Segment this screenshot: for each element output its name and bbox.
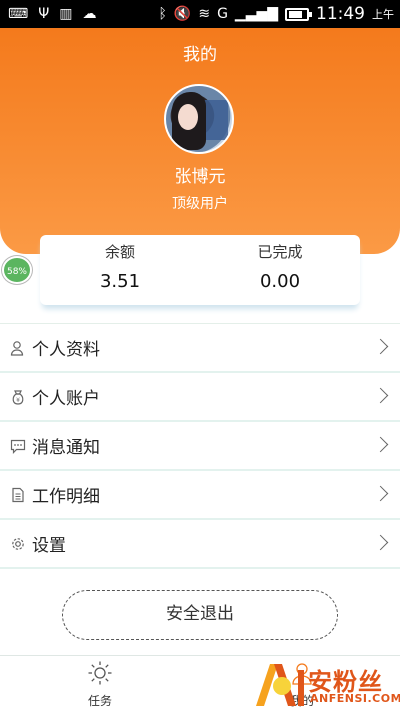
- usb-icon: Ψ: [38, 6, 50, 22]
- document-icon: [10, 487, 26, 503]
- sun-icon: [87, 661, 113, 690]
- completed-value: 0.00: [259, 271, 301, 292]
- chevron-right-icon: [372, 338, 389, 355]
- menu-item-label: 工作明细: [32, 487, 100, 507]
- bluetooth-icon: ᛒ: [158, 6, 167, 22]
- watermark: 安粉丝 ANFENSI.COM: [252, 660, 400, 708]
- settings-menu: 个人资料 ¥ 个人账户 消息通知 工作明细 设置: [0, 323, 400, 569]
- watermark-logo-icon: [256, 664, 304, 706]
- barcode-icon: ▥: [59, 6, 73, 22]
- money-bag-icon: ¥: [10, 389, 26, 405]
- svg-text:¥: ¥: [16, 397, 20, 404]
- completed-label: 已完成: [257, 243, 303, 261]
- profile-icon: [10, 340, 26, 356]
- menu-item-label: 个人资料: [32, 340, 100, 360]
- balance-stat[interactable]: 余额 3.51: [40, 241, 200, 292]
- username: 张博元: [174, 167, 226, 187]
- balance-value: 3.51: [99, 271, 141, 292]
- chevron-right-icon: [372, 436, 389, 453]
- menu-item-account[interactable]: ¥ 个人账户: [0, 373, 400, 422]
- chat-icon: [10, 438, 26, 454]
- menu-item-profile[interactable]: 个人资料: [0, 324, 400, 373]
- menu-item-work-details[interactable]: 工作明细: [0, 471, 400, 520]
- network-type: G: [217, 6, 228, 22]
- menu-item-notifications[interactable]: 消息通知: [0, 422, 400, 471]
- page-title: 我的: [183, 45, 217, 65]
- status-bar: ⌨ Ψ ▥ ☁ ᛒ 🔇 ≋ G ▁▃▅▇ 11:49 上午: [0, 0, 400, 28]
- tab-task-label: 任务: [87, 694, 112, 708]
- stats-card: 余额 3.51 已完成 0.00: [40, 235, 360, 305]
- avatar-face: [178, 104, 198, 130]
- menu-item-label: 消息通知: [32, 438, 100, 458]
- chevron-right-icon: [372, 534, 389, 551]
- profile-header: 我的 张博元 顶级用户: [0, 28, 400, 254]
- weather-icon: ☁: [82, 6, 97, 22]
- wifi-icon: ≋: [198, 6, 211, 22]
- avatar[interactable]: [164, 84, 234, 154]
- chevron-right-icon: [372, 485, 389, 502]
- gear-icon: [10, 536, 26, 552]
- clock-ampm: 上午: [372, 8, 394, 21]
- logout-button[interactable]: 安全退出: [62, 590, 338, 640]
- watermark-subtext: ANFENSI.COM: [310, 692, 400, 705]
- status-right: ᛒ 🔇 ≋ G ▁▃▅▇ 11:49 上午: [158, 4, 394, 24]
- clock: 11:49: [316, 4, 365, 24]
- status-left: ⌨ Ψ ▥ ☁: [8, 5, 96, 23]
- user-level: 顶级用户: [172, 196, 228, 212]
- menu-item-label: 设置: [32, 536, 66, 556]
- mute-icon: 🔇: [173, 6, 192, 22]
- progress-badge[interactable]: 58%: [2, 256, 32, 284]
- chevron-right-icon: [372, 387, 389, 404]
- menu-item-label: 个人账户: [32, 389, 100, 409]
- keyboard-icon: ⌨: [8, 6, 29, 22]
- tab-task[interactable]: 任务: [70, 660, 130, 709]
- menu-item-settings[interactable]: 设置: [0, 520, 400, 569]
- balance-label: 余额: [104, 243, 135, 261]
- completed-stat[interactable]: 已完成 0.00: [200, 241, 360, 292]
- battery-icon: [285, 7, 312, 21]
- signal-icon: ▁▃▅▇: [234, 6, 278, 22]
